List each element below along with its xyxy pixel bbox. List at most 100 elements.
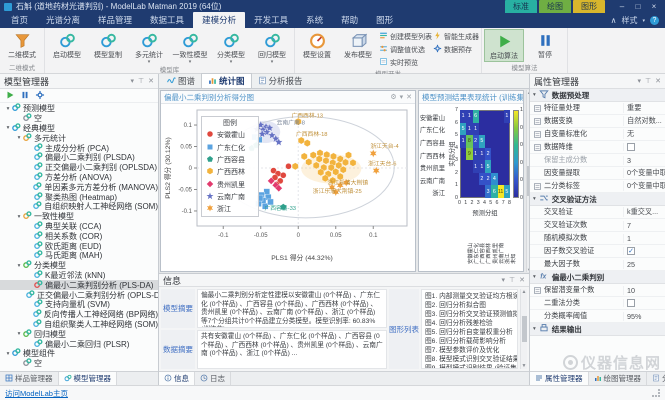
ribbon-small-button[interactable]: 创建模型列表	[379, 31, 432, 42]
figure-list-item[interactable]: 图1. 内部测量交叉验证均方根误差法 (RMSECV)	[425, 292, 517, 301]
gear-icon[interactable]	[35, 90, 45, 102]
document-tab[interactable]: 分析报告	[252, 74, 309, 88]
ribbon-small-button[interactable]: 数据预存	[433, 44, 479, 55]
ribbon-button[interactable]: 多元统计 ▾	[129, 29, 169, 65]
property-tab[interactable]: 分析报告向导	[647, 372, 665, 385]
ribbon-tab[interactable]: 光谱分离	[37, 12, 89, 28]
ribbon-button[interactable]: 回归模型 ▾	[252, 29, 292, 65]
data-point-广西西林[interactable]	[339, 165, 347, 174]
data-point-广西西林[interactable]	[336, 172, 344, 181]
close-icon[interactable]: ✕	[406, 93, 412, 101]
close-icon[interactable]: ✕	[148, 77, 154, 85]
maximize-button[interactable]: □	[631, 1, 645, 13]
document-tab[interactable]: 图谱	[161, 74, 201, 88]
help-button[interactable]: ?	[650, 16, 659, 25]
scrollbar-thumb[interactable]	[521, 316, 527, 342]
ribbon-button[interactable]: 分类模型 ▾	[211, 29, 251, 65]
ribbon-small-button[interactable]: 实时预览	[379, 57, 432, 68]
property-section-header[interactable]: ▾ 交叉验证方法	[530, 193, 665, 206]
confusion-matrix-canvas[interactable]: 1 1 6 1 5 1 1 1 8 2 5 9 1 1 2 1 1 5 2 2 4 3 6 11 5 安徽霍山 广东仁化 广西容县 广西…	[419, 104, 523, 271]
chevron-down-icon[interactable]: ▾	[131, 77, 135, 85]
expander-icon[interactable]: ▾	[15, 214, 23, 220]
contextual-tab[interactable]: 标准	[505, 0, 537, 13]
checkbox-checked[interactable]: ✓	[627, 247, 635, 255]
ribbon-tab[interactable]: 帮助	[332, 12, 367, 28]
property-value[interactable]	[623, 299, 665, 307]
property-value[interactable]: 95%	[623, 311, 665, 321]
expander-icon[interactable]: ▾	[533, 196, 536, 202]
property-row[interactable]: 因变量提取 0个变量中取	[530, 167, 665, 180]
property-row[interactable]: 随机模拟次数 1	[530, 232, 665, 245]
data-point-广西西林[interactable]	[317, 168, 325, 177]
figure-list-item[interactable]: 图5. 回归分析自变量权重分析	[425, 328, 514, 337]
figure-list-item[interactable]: 图2. 回归分析拟合图	[425, 301, 514, 310]
expander-icon[interactable]: ▾	[4, 106, 12, 112]
expander-icon[interactable]: ▾	[4, 125, 12, 131]
figure-list-item[interactable]: 图8. 模型模式识别交叉验证结果 (训练集)	[425, 355, 517, 364]
ribbon-tab[interactable]: 系统	[297, 12, 332, 28]
minimize-button[interactable]: –	[615, 1, 629, 13]
property-value[interactable]: 1	[623, 233, 665, 243]
expander-icon[interactable]: ▾	[15, 135, 23, 141]
ribbon-small-button[interactable]: 调整值优选	[379, 44, 432, 55]
data-point-广西西林[interactable]	[309, 151, 317, 159]
data-point-广西西林[interactable]	[305, 158, 313, 166]
expander-icon[interactable]: ▾	[15, 331, 23, 337]
score-plot-canvas[interactable]: 广西西林-13 云南广南-8 广西西林-18 浙江天台-4 浙江天台-6 浙江乐清大荆镇浙…	[161, 104, 415, 271]
data-point-广西西林[interactable]	[342, 158, 349, 167]
property-row[interactable]: 保留主成分数 3	[530, 154, 665, 167]
pin-icon[interactable]: ⊤	[645, 77, 651, 85]
property-row[interactable]: 保留潜变量个数 10	[530, 284, 665, 297]
checkbox-empty[interactable]	[627, 143, 635, 151]
data-point-安徽霍山[interactable]	[280, 172, 287, 179]
manager-tab[interactable]: 模型管理器	[58, 372, 117, 385]
ribbon-tab[interactable]: 首页	[2, 12, 37, 28]
property-value[interactable]	[623, 143, 665, 151]
info-tab[interactable]: 日志	[195, 372, 231, 385]
heatmap-cell[interactable]: 5	[478, 135, 485, 148]
chevron-down-icon[interactable]: ▾	[638, 77, 642, 85]
scroll-up-icon[interactable]: ▲	[522, 289, 527, 295]
chevron-down-icon[interactable]: ▾	[502, 276, 506, 284]
heatmap-cell[interactable]: 6	[472, 110, 479, 123]
info-scrollbar[interactable]: ▲ ▼	[520, 289, 527, 369]
ribbon-button[interactable]: 模型设置	[297, 29, 337, 68]
ribbon-button[interactable]: 二维模式	[2, 29, 42, 62]
property-row[interactable]: 数据降维	[530, 141, 665, 154]
property-value[interactable]: 无	[623, 129, 665, 139]
data-point-广西西林[interactable]	[291, 162, 299, 171]
wrench-icon[interactable]: ⚙	[390, 93, 396, 101]
expander-icon[interactable]: ▾	[533, 274, 536, 280]
data-point-广西西林[interactable]	[330, 152, 337, 161]
property-value[interactable]: 3	[623, 155, 665, 165]
ribbon-tab[interactable]: 图形	[367, 12, 402, 28]
data-point-广西西林[interactable]	[312, 161, 320, 170]
scroll-down-icon[interactable]: ▼	[522, 363, 527, 369]
property-row[interactable]: 最大因子数 25	[530, 258, 665, 271]
contextual-tab[interactable]: 图形	[573, 0, 605, 13]
property-value[interactable]: ✓	[623, 247, 665, 255]
heatmap-cell[interactable]: 2	[485, 147, 492, 161]
figure-list-item[interactable]: 图3. 回归分析交叉验证预测值拟合图	[425, 310, 517, 319]
property-row[interactable]: 因子数交叉验证 ✓	[530, 245, 665, 258]
close-icon[interactable]: ✕	[519, 276, 525, 284]
expander-icon[interactable]: ▾	[533, 326, 536, 332]
figure-list-item[interactable]: 图6. 回归分析载荷影响分析	[425, 337, 514, 346]
ribbon-button[interactable]: 一致性模型 ▾	[170, 29, 210, 65]
property-section-header[interactable]: ▾ 结果输出	[530, 323, 665, 336]
checkbox-empty[interactable]	[627, 299, 635, 307]
ribbon-tab[interactable]: 样品管理	[89, 12, 141, 28]
heatmap-cell[interactable]: 1	[503, 110, 510, 123]
property-value[interactable]: 自然对数...	[623, 116, 665, 126]
document-tab[interactable]: 统计图	[201, 73, 252, 88]
property-value[interactable]: k重交叉...	[623, 207, 665, 217]
tree-item[interactable]: 空	[0, 358, 158, 369]
info-tab[interactable]: 信息	[159, 372, 195, 385]
collapse-ribbon-icon[interactable]: ∧	[611, 16, 617, 25]
property-value[interactable]: 10	[623, 285, 665, 295]
property-value[interactable]: 7	[623, 220, 665, 230]
heatmap-cell[interactable]: 1	[472, 122, 479, 136]
ribbon-button[interactable]: 暂停	[525, 29, 565, 62]
data-point-广东仁化[interactable]	[267, 198, 274, 206]
property-value[interactable]: 0个变量中取	[623, 181, 665, 191]
